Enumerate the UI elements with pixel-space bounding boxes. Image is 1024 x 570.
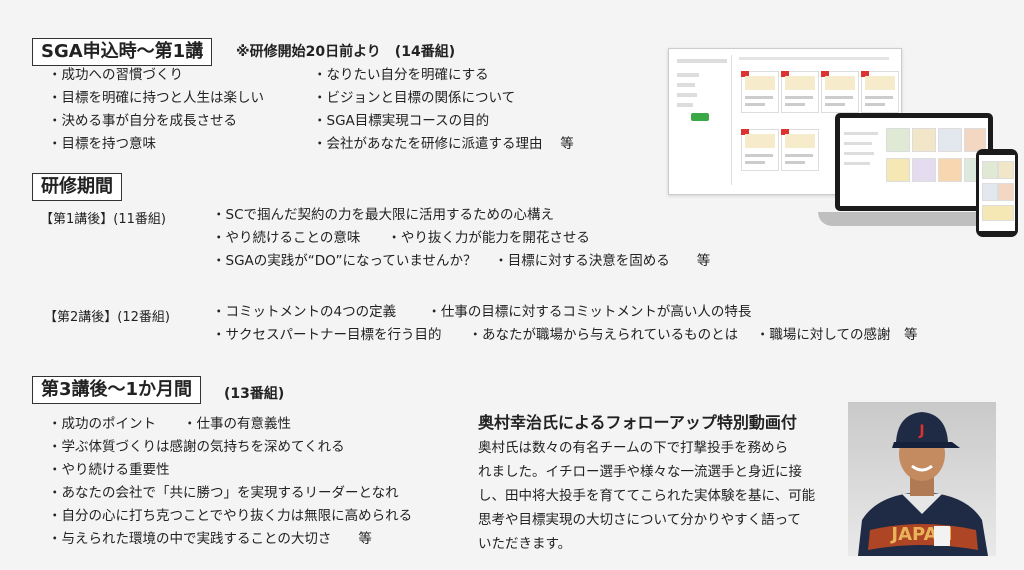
body-line: 奥村氏は数々の有名チームの下で打撃投手を務めら xyxy=(478,440,789,456)
page: SGA申込時～第1講 ※研修開始20日前より (14番組) ・成功への習慣づくり… xyxy=(0,0,1024,570)
list-item: ・SGA目標実現コースの目的 xyxy=(313,113,490,129)
list-item: ・SCで掴んだ契約の力を最大限に活用するための心構え xyxy=(212,207,554,223)
section1-note: ※研修開始20日前より (14番組) xyxy=(236,44,456,60)
list-item: ・与えられた環境の中で実践することの大切さ 等 xyxy=(48,531,372,547)
followup-body: 奥村氏は数々の有名チームの下で打撃投手を務めら れました。イチロー選手や様々な一… xyxy=(478,436,815,556)
app-sidebar xyxy=(673,55,732,185)
cap-letter: J xyxy=(918,423,924,439)
section1-right-list: ・なりたい自分を明確にする ・ビジョンと目標の関係について ・SGA目標実現コー… xyxy=(313,64,574,156)
person-figure: JAPAN J xyxy=(858,412,988,556)
section3-note: (13番組) xyxy=(224,386,285,402)
group2-label: 【第2講後】(12番組) xyxy=(44,310,170,325)
list-item: ・決める事が自分を成長させる xyxy=(48,113,237,129)
list-item: ・やり続ける重要性 xyxy=(48,462,170,478)
section3-list: ・成功のポイント ・仕事の有意義性 ・学ぶ体質づくりは感謝の気持ちを深めてくれる… xyxy=(48,413,412,551)
section1-title: SGA申込時～第1講 xyxy=(32,38,213,66)
body-line: いただきます。 xyxy=(478,536,572,552)
group1-list: ・SCで掴んだ契約の力を最大限に活用するための心構え ・やり続けることの意味 ・… xyxy=(212,204,710,273)
group1-label: 【第1講後】(11番組) xyxy=(40,212,166,227)
list-item: ・ビジョンと目標の関係について xyxy=(313,90,516,106)
smartphone-illustration xyxy=(976,149,1018,237)
list-item: ・目標を明確に持つと人生は楽しい xyxy=(48,90,264,106)
group2-list: ・コミットメントの4つの定義 ・仕事の目標に対するコミットメントが高い人の特長 … xyxy=(212,301,917,347)
list-item: ・サクセスパートナー目標を行う目的 ・あなたが職場から与えられているものとは ・… xyxy=(212,327,918,343)
monitor-screen xyxy=(840,118,988,206)
section1-left-list: ・成功への習慣づくり ・目標を明確に持つと人生は楽しい ・決める事が自分を成長さ… xyxy=(48,64,264,156)
list-item: ・SGAの実践が“DO”になっていませんか？ ・目標に対する決意を固める 等 xyxy=(212,253,711,269)
list-item: ・なりたい自分を明確にする xyxy=(313,67,489,83)
list-item: ・自分の心に打ち克つことでやり抜く力は無限に高められる xyxy=(48,508,413,524)
followup-heading: 奥村幸治氏によるフォローアップ特別動画付 xyxy=(478,413,797,432)
list-item: ・コミットメントの4つの定義 ・仕事の目標に対するコミットメントが高い人の特長 xyxy=(212,304,752,320)
list-item: ・あなたの会社で「共に勝つ」を実現するリーダーとなれ xyxy=(48,485,399,501)
section2-title: 研修期間 xyxy=(32,173,122,201)
list-item: ・やり続けることの意味 ・やり抜く力が能力を開花させる xyxy=(212,230,590,246)
list-item: ・成功のポイント ・仕事の有意義性 xyxy=(48,416,291,432)
green-button-shape xyxy=(691,113,709,121)
list-item: ・目標を持つ意味 xyxy=(48,136,156,152)
body-line: れました。イチロー選手や様々な一流選手と身近に接 xyxy=(478,464,802,480)
body-line: 思考や目標実現の大切さについて分かりやすく語って xyxy=(478,512,801,528)
phone-screen xyxy=(979,155,1015,231)
monitor-illustration xyxy=(835,113,993,211)
list-item: ・会社があなたを研修に派遣する理由 等 xyxy=(313,136,574,152)
list-item: ・学ぶ体質づくりは感謝の気持ちを深めてくれる xyxy=(48,439,345,455)
okumura-photo: JAPAN J xyxy=(848,402,996,556)
body-line: し、田中将大投手を育ててこられた実体験を基に、可能 xyxy=(478,488,816,504)
section3-title: 第3講後～1か月間 xyxy=(32,376,202,404)
list-item: ・成功への習慣づくり xyxy=(48,67,183,83)
